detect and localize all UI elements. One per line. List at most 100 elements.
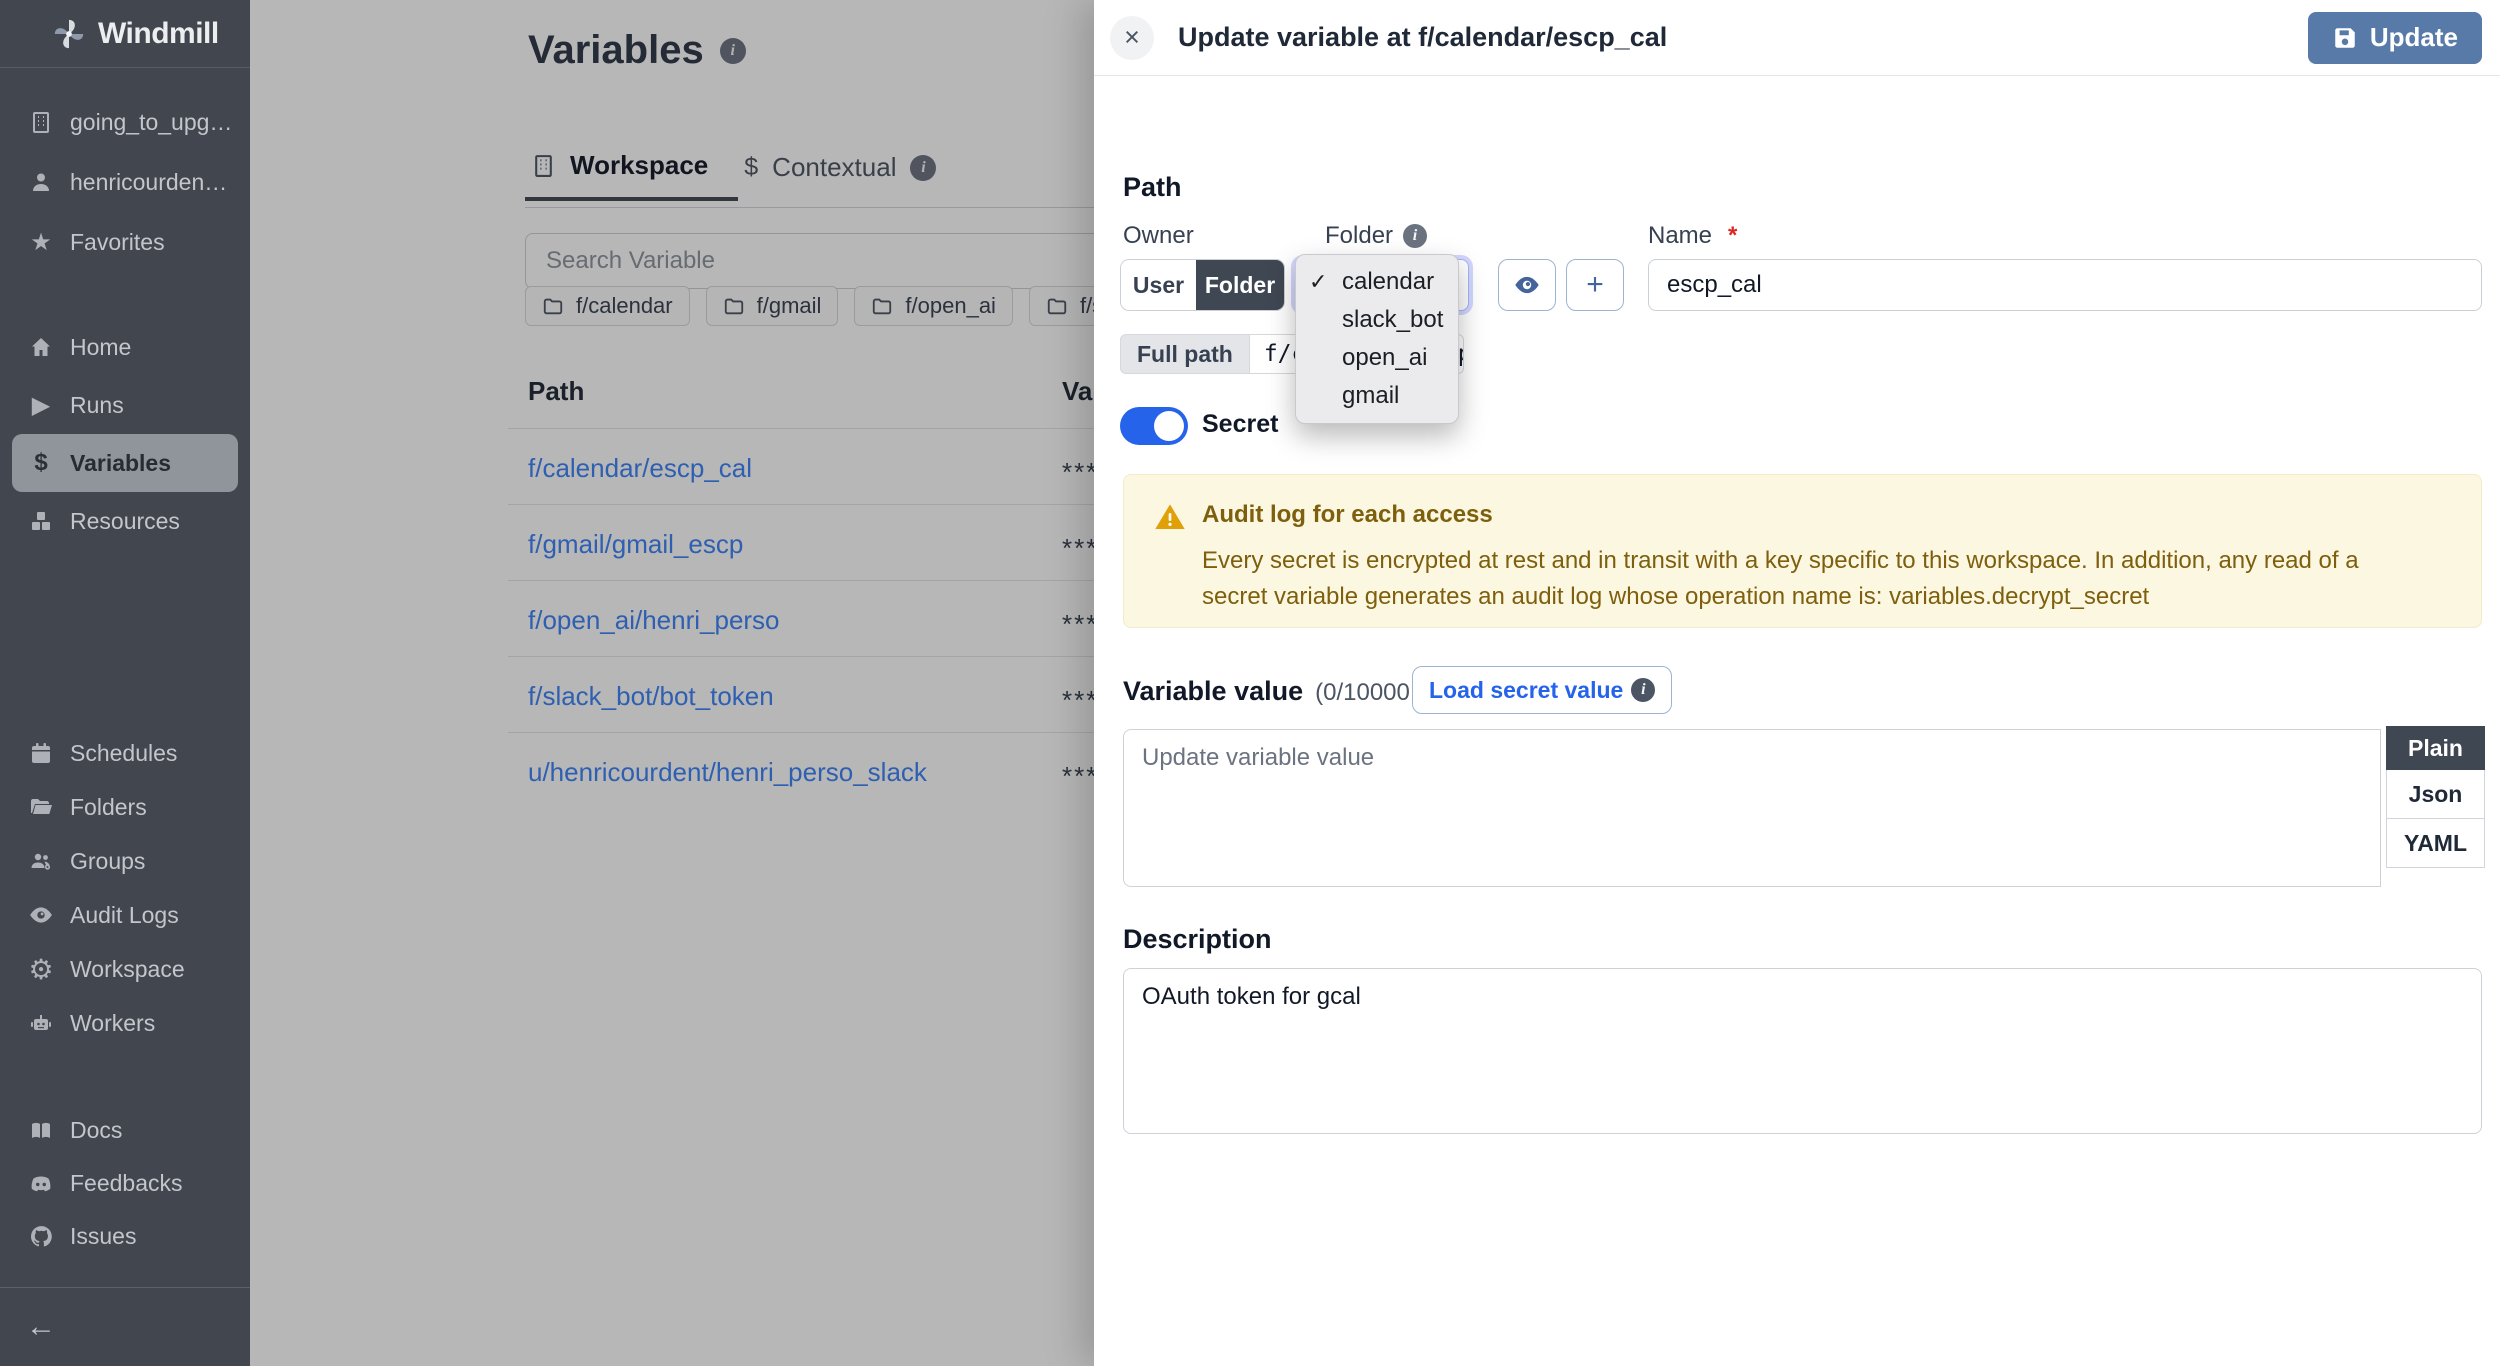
dropdown-option-label: calendar (1342, 268, 1434, 296)
dropdown-option-label: open_ai (1342, 344, 1427, 372)
drawer-title: Update variable at f/calendar/escp_cal (1178, 22, 1667, 53)
folders-label: Folders (70, 794, 147, 821)
schedules-label: Schedules (70, 740, 177, 767)
user-icon (26, 170, 56, 194)
sidebar-item-workspace-switcher[interactable]: going_to_upg… (0, 92, 250, 152)
warning-body: Every secret is encrypted at rest and in… (1202, 543, 2421, 615)
format-plain-button[interactable]: Plain (2386, 726, 2485, 770)
sidebar-item-runs[interactable]: ▶ Runs (0, 376, 250, 434)
eye-icon (26, 902, 56, 928)
load-secret-value-button[interactable]: Load secret value i (1412, 666, 1672, 714)
full-path-label: Full path (1120, 334, 1249, 374)
primary-nav: Home ▶ Runs $ Variables Resources (0, 318, 250, 550)
robot-icon (26, 1011, 56, 1035)
check-icon: ✓ (1309, 269, 1327, 295)
owner-kind-folder[interactable]: Folder (1196, 260, 1284, 310)
dropdown-option-open-ai[interactable]: open_ai (1296, 339, 1458, 377)
dollar-icon: $ (26, 449, 56, 477)
required-asterisk: * (1728, 222, 1737, 250)
runs-label: Runs (70, 392, 124, 419)
sidebar-item-workspace-settings[interactable]: ⚙ Workspace (0, 942, 250, 996)
dropdown-option-calendar[interactable]: ✓ calendar (1296, 263, 1458, 301)
sidebar-item-workers[interactable]: Workers (0, 996, 250, 1050)
drawer-body: Path Owner Folder i Name * User Folder c… (1094, 76, 2500, 1366)
book-icon (26, 1119, 56, 1143)
resources-label: Resources (70, 508, 180, 535)
sidebar-item-home[interactable]: Home (0, 318, 250, 376)
format-yaml-button[interactable]: YAML (2386, 819, 2485, 868)
workers-label: Workers (70, 1010, 155, 1037)
boxes-icon (26, 509, 56, 533)
eye-icon (1513, 271, 1541, 299)
variable-name-input[interactable] (1648, 259, 2482, 311)
audit-log-warning: Audit log for each access Every secret i… (1123, 474, 2482, 628)
warning-title: Audit log for each access (1202, 501, 1493, 529)
favorites-label: Favorites (70, 229, 165, 256)
load-secret-value-label: Load secret value (1429, 677, 1623, 704)
dropdown-option-label: slack_bot (1342, 306, 1443, 334)
owner-kind-toggle: User Folder (1120, 259, 1285, 311)
variable-value-title: Variable value (1123, 676, 1303, 707)
windmill-logo-icon (52, 17, 86, 51)
sidebar-item-resources[interactable]: Resources (0, 492, 250, 550)
update-button-label: Update (2370, 22, 2458, 53)
app-title: Windmill (98, 17, 219, 51)
sidebar-item-user[interactable]: henricourden… (0, 152, 250, 212)
users-gear-icon (26, 849, 56, 873)
warning-icon (1154, 501, 1186, 533)
toggle-knob (1154, 411, 1184, 441)
workspace-name: going_to_upg… (70, 109, 232, 136)
sidebar-item-groups[interactable]: Groups (0, 834, 250, 888)
logo-row[interactable]: Windmill (0, 0, 250, 68)
sidebar-item-audit-logs[interactable]: Audit Logs (0, 888, 250, 942)
format-toggle-group: Plain Json YAML (2386, 726, 2485, 868)
star-icon: ★ (26, 228, 56, 257)
app-root: Windmill going_to_upg… henricourd (0, 0, 2500, 1366)
save-icon (2332, 25, 2358, 51)
variables-label: Variables (70, 450, 171, 477)
add-folder-button[interactable]: + (1566, 259, 1624, 311)
path-section-heading: Path (1123, 172, 1182, 203)
sidebar-item-feedbacks[interactable]: Feedbacks (0, 1157, 250, 1210)
sidebar-item-schedules[interactable]: Schedules (0, 726, 250, 780)
sidebar: Windmill going_to_upg… henricourd (0, 0, 250, 1366)
footer-nav: Docs Feedbacks Issues (0, 1104, 250, 1366)
building-icon (26, 110, 56, 134)
name-label: Name * (1648, 222, 1737, 250)
discord-icon (26, 1171, 56, 1197)
update-button[interactable]: Update (2308, 12, 2482, 64)
sidebar-item-issues[interactable]: Issues (0, 1210, 250, 1263)
close-icon[interactable]: × (1110, 16, 1154, 60)
gear-icon: ⚙ (26, 953, 56, 986)
workspace-label: Workspace (70, 956, 185, 983)
folder-dropdown-menu: ✓ calendar slack_bot open_ai gmail (1295, 254, 1459, 424)
format-json-button[interactable]: Json (2386, 770, 2485, 819)
home-label: Home (70, 334, 131, 361)
sidebar-item-variables[interactable]: $ Variables (12, 434, 238, 492)
secret-toggle[interactable] (1120, 407, 1188, 445)
variable-value-textarea[interactable] (1123, 729, 2381, 887)
folder-open-icon (26, 795, 56, 819)
sidebar-item-docs[interactable]: Docs (0, 1104, 250, 1157)
docs-label: Docs (70, 1117, 122, 1144)
info-icon: i (1631, 678, 1655, 702)
dropdown-option-label: gmail (1342, 382, 1399, 410)
issues-label: Issues (70, 1223, 136, 1250)
folder-label-text: Folder (1325, 222, 1393, 250)
collapse-sidebar-button[interactable]: ← (0, 1288, 250, 1366)
drawer-header: × Update variable at f/calendar/escp_cal… (1094, 0, 2500, 76)
owner-kind-user[interactable]: User (1121, 260, 1196, 310)
sidebar-item-favorites[interactable]: ★ Favorites (0, 212, 250, 272)
view-folder-button[interactable] (1498, 259, 1556, 311)
groups-label: Groups (70, 848, 145, 875)
arrow-left-icon: ← (26, 1310, 56, 1344)
description-textarea[interactable]: OAuth token for gcal (1123, 968, 2482, 1134)
home-icon (26, 335, 56, 359)
audit-logs-label: Audit Logs (70, 902, 179, 929)
sidebar-item-folders[interactable]: Folders (0, 780, 250, 834)
secondary-nav: Schedules Folders (0, 726, 250, 1050)
dropdown-option-gmail[interactable]: gmail (1296, 377, 1458, 415)
description-heading: Description (1123, 924, 1272, 955)
dropdown-option-slack-bot[interactable]: slack_bot (1296, 301, 1458, 339)
info-icon: i (1403, 224, 1427, 248)
